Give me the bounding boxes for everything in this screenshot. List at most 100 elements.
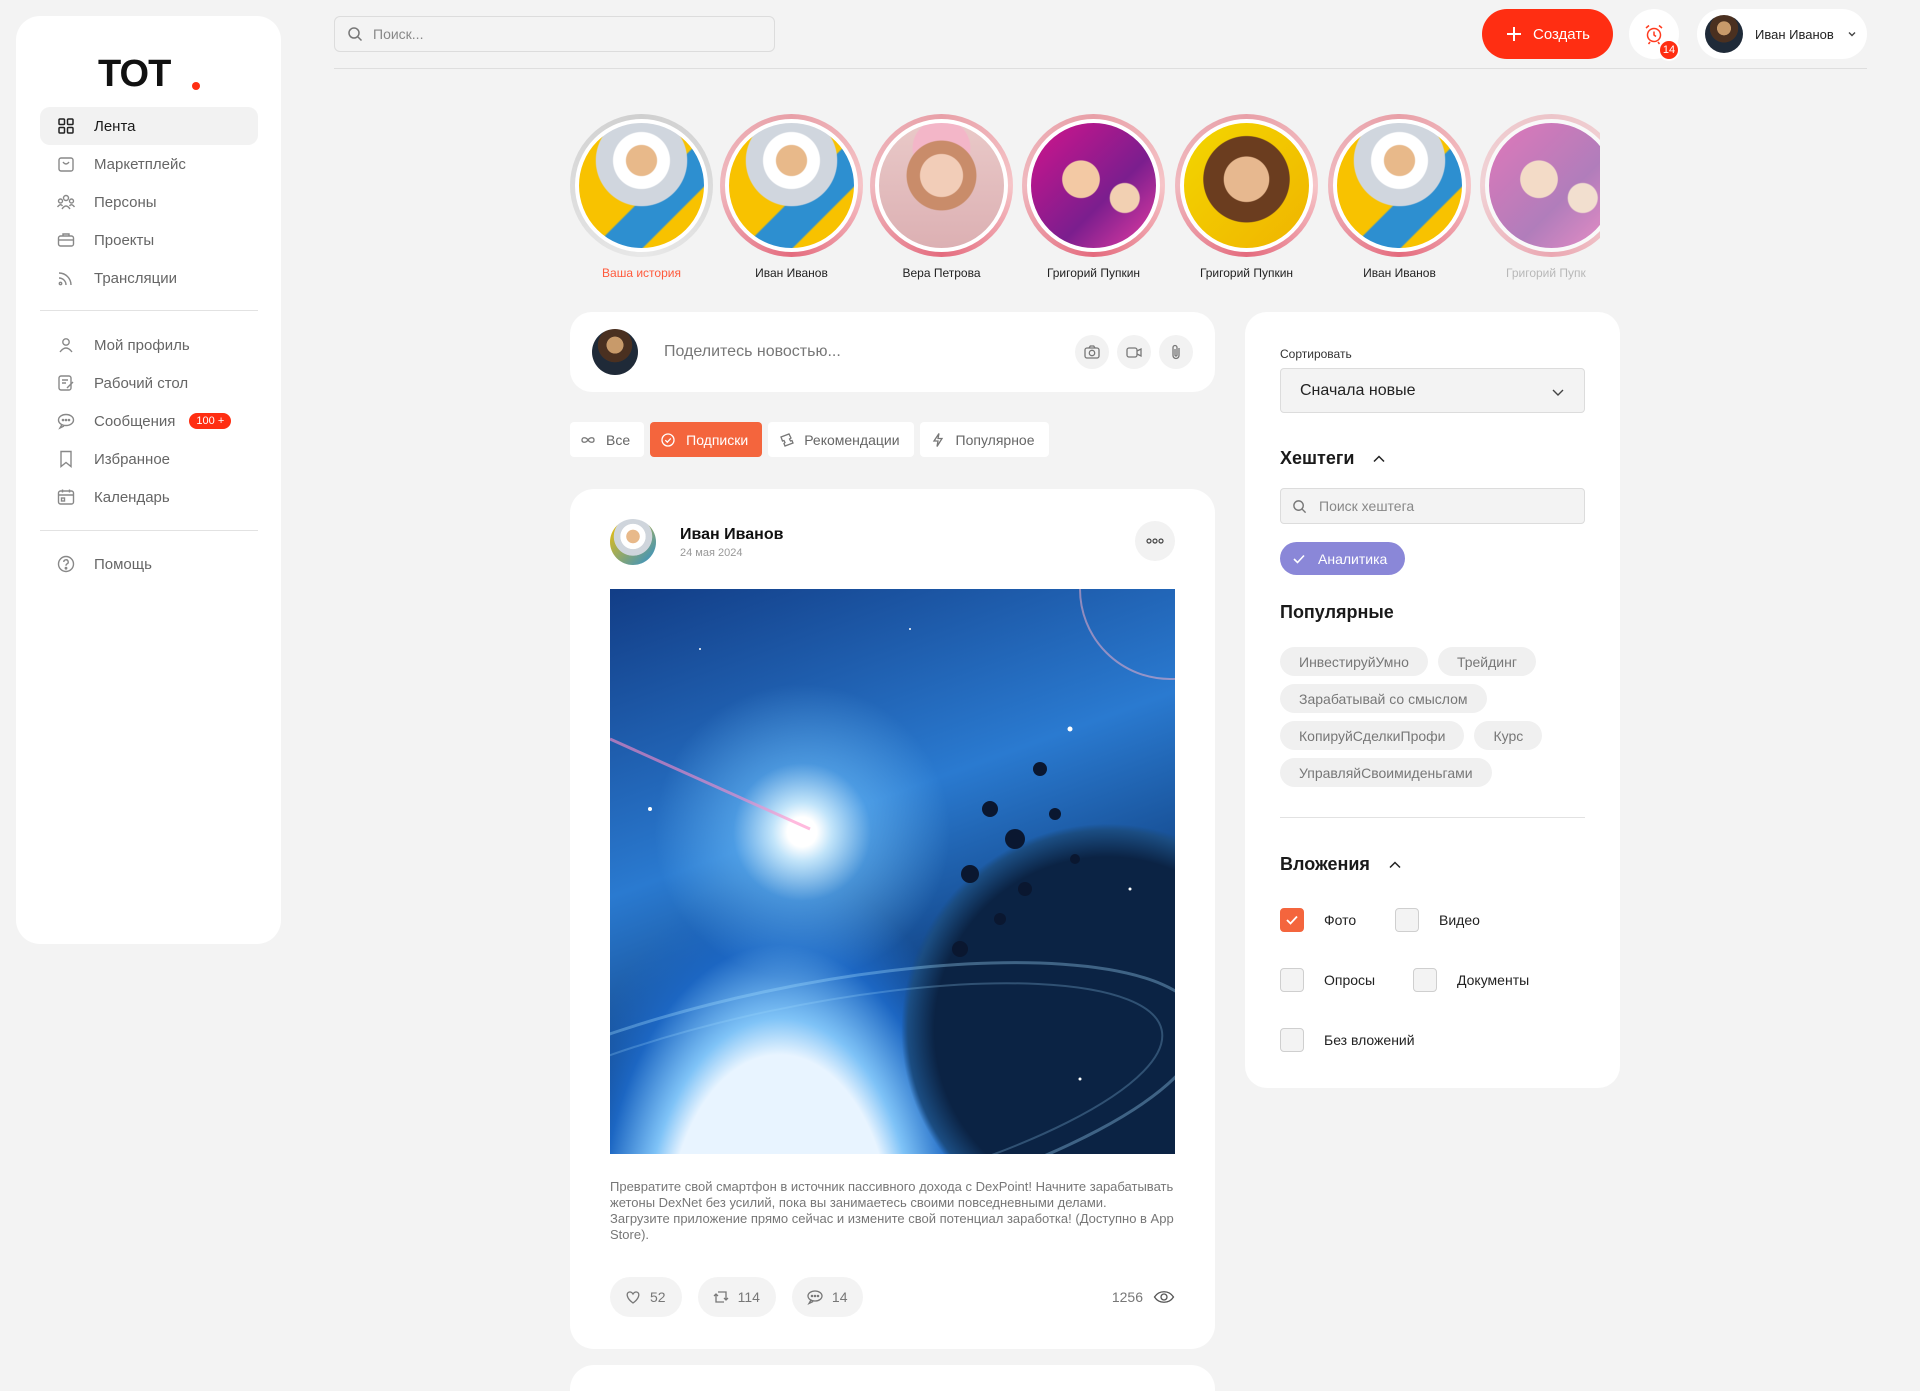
comment-button[interactable]: 14 — [791, 1277, 864, 1317]
popular-tags: ИнвестируйУмно Трейдинг Зарабатывай со с… — [1280, 647, 1590, 787]
sidebar-item-calendar[interactable]: Календарь — [40, 478, 258, 516]
sidebar-item-persons[interactable]: Персоны — [40, 183, 258, 221]
post-author[interactable]: Иван Иванов — [680, 526, 783, 544]
post-more-button[interactable] — [1135, 521, 1175, 561]
check-circle-icon — [661, 432, 675, 447]
filters-panel: Сортировать Сначала новые Хештеги Аналит… — [1245, 312, 1620, 1088]
sidebar-item-projects[interactable]: Проекты — [40, 221, 258, 259]
next-post-card — [570, 1365, 1215, 1391]
no-attachments-label: Без вложений — [1324, 1032, 1415, 1048]
repost-icon — [713, 1291, 729, 1303]
sidebar-item-label: Помощь — [94, 555, 152, 573]
post-header: Иван Иванов 24 мая 2024 — [610, 519, 783, 565]
story-item[interactable]: Ваша история — [570, 114, 713, 280]
hashtag-search-input[interactable] — [1319, 498, 1559, 514]
video-label: Видео — [1439, 912, 1480, 928]
sidebar-item-desktop[interactable]: Рабочий стол — [40, 364, 258, 402]
selected-hashtag-chip[interactable]: Аналитика — [1280, 542, 1406, 575]
global-search — [334, 16, 775, 52]
polls-label: Опросы — [1324, 972, 1376, 988]
video-icon — [1126, 347, 1142, 358]
sort-select[interactable]: Сначала новые — [1280, 368, 1585, 413]
story-item[interactable]: Иван Иванов — [720, 114, 863, 280]
help-nav: Помощь — [40, 545, 258, 583]
repost-button[interactable]: 114 — [697, 1277, 776, 1317]
story-avatar — [1333, 119, 1466, 252]
sidebar: TOT Лента Маркетплейс Персоны Проекты Тр… — [16, 16, 281, 944]
docs-checkbox[interactable] — [1413, 968, 1437, 992]
tab-recommendations[interactable]: Рекомендации — [768, 422, 914, 457]
story-item[interactable]: Григорий Пупкин — [1175, 114, 1318, 280]
post-views: 1256 — [1112, 1289, 1175, 1305]
story-avatar — [1027, 119, 1160, 252]
camera-icon — [1084, 345, 1100, 359]
user-menu[interactable]: Иван Иванов — [1697, 9, 1867, 59]
sidebar-item-label: Рабочий стол — [94, 374, 189, 392]
attachments-header[interactable]: Вложения — [1280, 854, 1402, 875]
photo-checkbox[interactable] — [1280, 908, 1304, 932]
sidebar-item-label: Календарь — [94, 488, 170, 506]
sidebar-item-label: Избранное — [94, 450, 171, 468]
no-attachments-checkbox[interactable] — [1280, 1028, 1304, 1052]
camera-button[interactable] — [1075, 335, 1109, 369]
attachment-option-docs: Документы — [1413, 968, 1529, 992]
selected-hashtag-label: Аналитика — [1318, 550, 1388, 567]
video-button[interactable] — [1117, 335, 1151, 369]
like-button[interactable]: 52 — [610, 1277, 682, 1317]
tab-all[interactable]: Все — [570, 422, 645, 457]
tab-label: Рекомендации — [804, 431, 900, 448]
attach-button[interactable] — [1159, 335, 1193, 369]
hashtag-chip[interactable]: КопируйСделкиПрофи — [1280, 721, 1465, 750]
sidebar-item-profile[interactable]: Мой профиль — [40, 326, 258, 364]
sidebar-item-label: Сообщения — [94, 412, 176, 430]
tab-subscriptions[interactable]: Подписки — [650, 422, 763, 457]
hashtag-chip[interactable]: Курс — [1474, 721, 1543, 750]
messages-badge: 100 + — [189, 413, 232, 429]
sidebar-item-favorites[interactable]: Избранное — [40, 440, 258, 478]
polls-checkbox[interactable] — [1280, 968, 1304, 992]
sidebar-item-marketplace[interactable]: Маркетплейс — [40, 145, 258, 183]
search-input[interactable] — [373, 26, 753, 42]
heart-icon — [626, 1291, 640, 1304]
sidebar-item-messages[interactable]: Сообщения 100 + — [40, 402, 258, 440]
check-icon — [1293, 554, 1305, 564]
attachment-option-video: Видео — [1395, 908, 1480, 932]
sidebar-item-help[interactable]: Помощь — [40, 545, 258, 583]
tab-popular[interactable]: Популярное — [919, 422, 1049, 457]
story-avatar — [1485, 119, 1600, 252]
avatar — [592, 329, 638, 375]
feed-tabs: Все Подписки Рекомендации Популярное — [570, 422, 1049, 457]
avatar[interactable] — [610, 519, 656, 565]
sort-label: Сортировать — [1280, 347, 1352, 361]
story-item[interactable]: Григорий Пупк — [1480, 114, 1600, 280]
story-avatar — [875, 119, 1008, 252]
space-illustration — [610, 589, 1175, 1154]
post-image[interactable] — [610, 589, 1175, 1154]
main-nav: Лента Маркетплейс Персоны Проекты Трансл… — [40, 107, 258, 297]
story-item[interactable]: Вера Петрова — [870, 114, 1013, 280]
story-item[interactable]: Григорий Пупкин — [1022, 114, 1165, 280]
story-name: Григорий Пупк — [1506, 266, 1586, 280]
video-checkbox[interactable] — [1395, 908, 1419, 932]
docs-label: Документы — [1457, 972, 1530, 988]
tot-logo[interactable]: TOT — [98, 48, 208, 94]
sidebar-item-label: Персоны — [94, 193, 157, 211]
sidebar-divider — [40, 530, 258, 531]
sidebar-item-label: Проекты — [94, 231, 155, 249]
hashtag-chip[interactable]: УправляйСвоимиденьгами — [1280, 758, 1492, 787]
more-dots-icon — [1146, 538, 1164, 544]
sidebar-item-broadcasts[interactable]: Трансляции — [40, 259, 258, 297]
story-item[interactable]: Иван Иванов — [1328, 114, 1471, 280]
hashtag-chip[interactable]: ИнвестируйУмно — [1280, 647, 1428, 676]
sidebar-item-feed[interactable]: Лента — [40, 107, 258, 145]
composer-attachments — [1075, 335, 1193, 369]
hashtags-header[interactable]: Хештеги — [1280, 448, 1386, 469]
hashtag-chip[interactable]: Трейдинг — [1437, 647, 1536, 676]
tab-label: Все — [606, 431, 631, 448]
create-button[interactable]: Создать — [1482, 9, 1613, 59]
views-count: 1256 — [1111, 1289, 1143, 1305]
header-divider — [334, 68, 1867, 69]
panel-divider — [1280, 817, 1585, 818]
composer-input[interactable] — [664, 343, 1064, 361]
hashtag-chip[interactable]: Зарабатывай со смыслом — [1280, 684, 1487, 713]
